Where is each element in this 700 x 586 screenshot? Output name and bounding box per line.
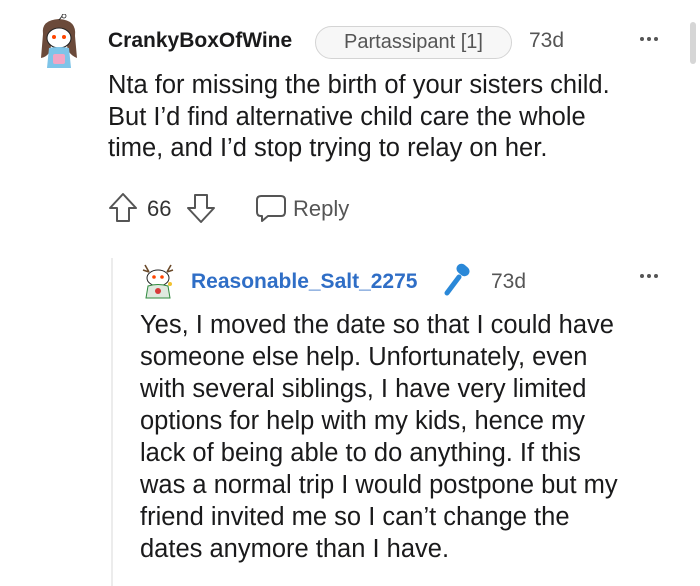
reply-body-line: Yes, I moved the date so that I could ha… [140,311,614,339]
more-options-icon[interactable] [640,274,658,278]
downvote-arrow-icon[interactable] [186,192,216,229]
upvote-arrow-icon[interactable] [108,192,138,229]
reply-body-line: lack of being able to do anything. If th… [140,439,581,467]
comment-body-line: Nta for missing the birth of your sister… [108,71,610,99]
more-options-icon[interactable] [640,37,658,41]
comment-body-line: time, and I’d stop trying to relay on he… [108,134,548,162]
reply-body-line: was a normal trip I would postpone but m… [140,471,618,499]
vote-count: 66 [147,196,172,221]
reply-body-line: friend invited me so I can’t change the [140,503,570,531]
snoo-avatar-icon [41,13,77,68]
scrollbar[interactable] [690,22,696,64]
comment-body-line: But I’d find alternative child care the … [108,102,586,131]
reply-bubble-icon[interactable] [255,193,287,228]
reply-body: Yes, I moved the date so that I could ha… [140,309,685,565]
reply-button[interactable]: Reply [293,196,349,222]
user-avatar[interactable] [37,13,81,70]
comment-body: Nta for missing the birth of your sister… [108,70,678,165]
thread-line[interactable] [111,258,113,586]
reply-body-line: options for help with my kids, hence my [140,407,586,435]
reply-body-line: with several siblings, I have very limit… [140,375,587,403]
reply-user-avatar[interactable] [140,262,176,300]
comment-timestamp: 73d [529,29,565,52]
reply-body-line: someone else help. Unfortunately, even [140,343,588,371]
reply-body-line: dates anymore than I have. [140,535,450,563]
microphone-icon [442,263,476,302]
reply-timestamp: 73d [491,270,527,293]
reply-username[interactable]: Reasonable_Salt_2275 [191,270,417,294]
snoo-avatar-icon [142,264,174,299]
comment-username[interactable]: CrankyBoxOfWine [108,29,292,53]
user-flair-badge: Partassipant [1] [315,26,512,59]
